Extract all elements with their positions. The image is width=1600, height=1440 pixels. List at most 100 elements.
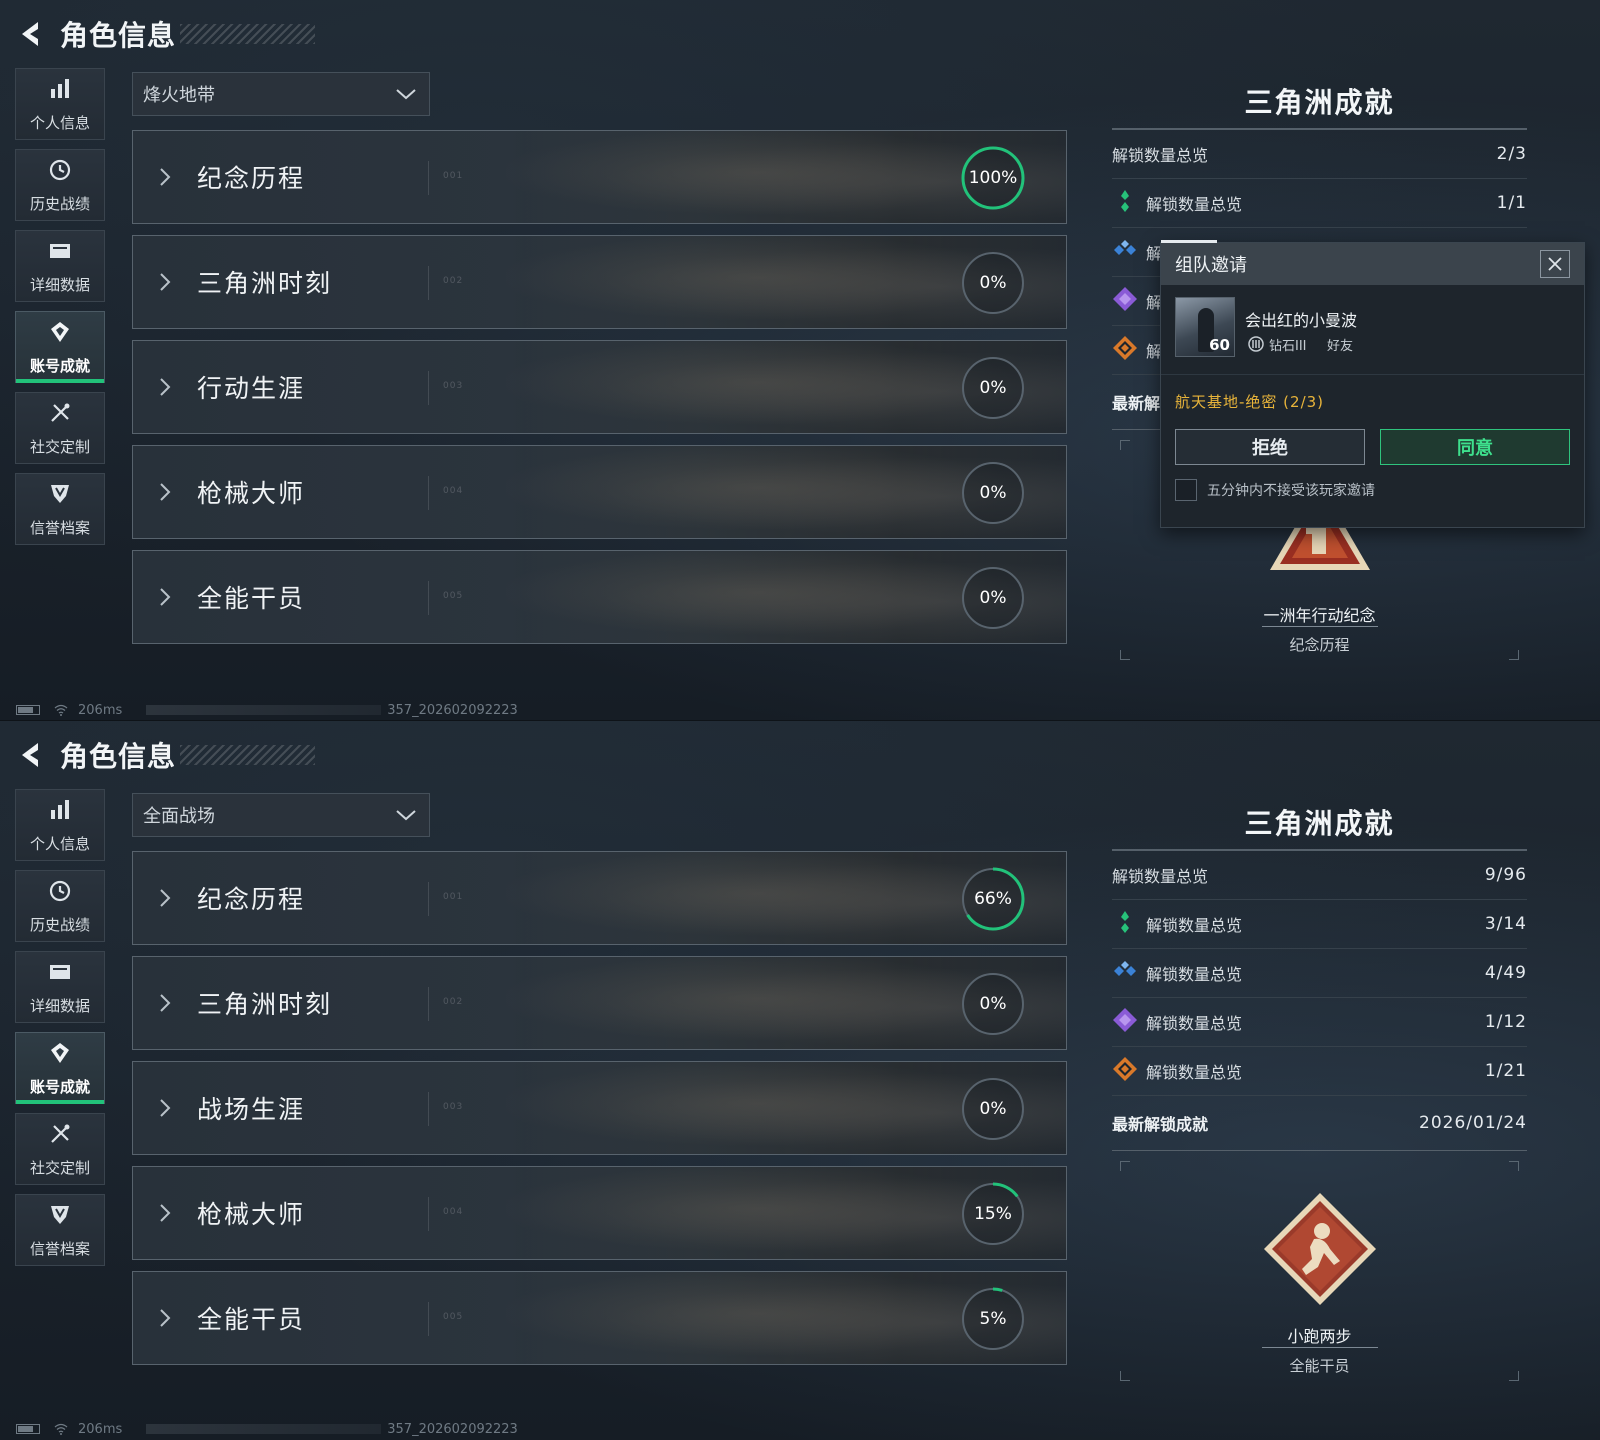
progress-text: 0% xyxy=(979,1099,1007,1119)
chevron-right-icon xyxy=(157,886,173,910)
achievement-icon xyxy=(47,319,73,349)
category-label: 枪械大师 xyxy=(197,479,306,508)
ping-text: 206ms xyxy=(78,702,123,718)
divider xyxy=(428,882,429,916)
redacted-info xyxy=(146,705,382,715)
category-row[interactable]: 003 战场生涯 0% xyxy=(132,1061,1067,1155)
divider xyxy=(428,1302,429,1336)
category-label: 枪械大师 xyxy=(197,1200,306,1229)
green-gem-icon xyxy=(1112,188,1146,218)
page-title: 角色信息 xyxy=(60,19,177,52)
category-row[interactable]: 001 纪念历程 100% xyxy=(132,130,1067,224)
unlock-tier-row: 解锁数量总览 3/14 xyxy=(1112,900,1527,949)
category-row[interactable]: 003 行动生涯 0% xyxy=(132,340,1067,434)
sidebar-item[interactable]: 详细数据 xyxy=(15,230,105,302)
rank-icon xyxy=(1247,335,1265,353)
category-row[interactable]: 001 纪念历程 66% xyxy=(132,851,1067,945)
mute-label: 五分钟内不接受该玩家邀请 xyxy=(1207,483,1375,499)
back-arrow-icon[interactable] xyxy=(16,740,46,770)
mode-dropdown-value: 烽火地带 xyxy=(143,85,215,106)
decline-button[interactable]: 拒绝 xyxy=(1175,429,1365,465)
progress-text: 100% xyxy=(968,168,1018,188)
chevron-right-icon xyxy=(157,1306,173,1330)
badge-name: 一洲年行动纪念 xyxy=(1263,606,1376,625)
sidebar-item-label: 详细数据 xyxy=(29,996,90,1015)
divider xyxy=(428,161,429,195)
screen-top: 角色信息个人信息历史战绩详细数据账号成就社交定制信誉档案 烽火地带 001 纪念历程 1… xyxy=(0,0,1600,720)
unlock-tier-label: 解锁数量总览 xyxy=(1146,916,1243,935)
dialog-title: 组队邀请 xyxy=(1175,255,1247,276)
player-level: 60 xyxy=(1209,336,1230,354)
page-title: 角色信息 xyxy=(60,740,177,773)
category-index: 004 xyxy=(443,1207,464,1217)
sidebar-item[interactable]: 详细数据 xyxy=(15,951,105,1023)
sidebar-item-label: 社交定制 xyxy=(29,1158,90,1177)
category-label: 纪念历程 xyxy=(197,885,306,914)
wifi-icon xyxy=(54,1423,68,1435)
mute-option[interactable]: 五分钟内不接受该玩家邀请 xyxy=(1161,479,1584,501)
category-row[interactable]: 005 全能干员 0% xyxy=(132,550,1067,644)
unlock-tier-label: 解锁数量总览 xyxy=(1146,965,1243,984)
sidebar-item[interactable]: 个人信息 xyxy=(15,789,105,861)
category-row[interactable]: 004 枪械大师 0% xyxy=(132,445,1067,539)
badge-showcase[interactable]: 小跑两步 全能干员 xyxy=(1112,1151,1527,1381)
sidebar-item[interactable]: 账号成就 xyxy=(15,1032,105,1104)
sidebar-item-label: 信誉档案 xyxy=(29,1239,90,1258)
category-index: 005 xyxy=(443,1312,464,1322)
dialog-header: 组队邀请 xyxy=(1161,240,1584,285)
sidebar-item[interactable]: 历史战绩 xyxy=(15,870,105,942)
badge-name: 小跑两步 xyxy=(1287,1327,1352,1346)
mode-dropdown[interactable]: 全面战场 xyxy=(132,793,430,837)
back-arrow-icon[interactable] xyxy=(16,19,46,49)
sidebar-item[interactable]: 信誉档案 xyxy=(15,1194,105,1266)
shield-icon xyxy=(47,1202,73,1232)
sidebar-item[interactable]: 社交定制 xyxy=(15,1113,105,1185)
sidebar-item[interactable]: 社交定制 xyxy=(15,392,105,464)
mode-dropdown[interactable]: 烽火地带 xyxy=(132,72,430,116)
unlock-tier-row: 解锁数量总览 1/21 xyxy=(1112,1047,1527,1096)
achievement-icon xyxy=(47,1040,73,1070)
category-row[interactable]: 002 三角洲时刻 0% xyxy=(132,956,1067,1050)
sidebar-item[interactable]: 账号成就 xyxy=(15,311,105,383)
chevron-right-icon xyxy=(157,270,173,294)
category-label: 行动生涯 xyxy=(197,374,306,403)
category-label: 三角洲时刻 xyxy=(197,269,333,298)
progress-ring: 0% xyxy=(960,565,1026,631)
latest-unlock-label: 最新解锁成就 xyxy=(1112,1115,1209,1134)
sidebar-item[interactable]: 历史战绩 xyxy=(15,149,105,221)
screen-bottom: 角色信息个人信息历史战绩详细数据账号成就社交定制信誉档案 全面战场 001 纪念历程 6… xyxy=(0,720,1600,1440)
divider xyxy=(428,1092,429,1126)
category-row[interactable]: 004 枪械大师 15% xyxy=(132,1166,1067,1260)
divider xyxy=(428,581,429,615)
build-id: 357_202602092223 xyxy=(387,702,518,718)
sidebar-item[interactable]: 信誉档案 xyxy=(15,473,105,545)
avatar[interactable]: 60 xyxy=(1175,297,1235,357)
unlock-tier-row: 解锁数量总览 1/1 xyxy=(1112,179,1527,228)
category-row[interactable]: 002 三角洲时刻 0% xyxy=(132,235,1067,329)
divider xyxy=(428,371,429,405)
accept-button[interactable]: 同意 xyxy=(1380,429,1570,465)
unlock-total-row: 解锁数量总览 9/96 xyxy=(1112,851,1527,900)
status-bar: 206ms 357_202602092223 xyxy=(16,702,518,718)
unlock-total-label: 解锁数量总览 xyxy=(1112,867,1209,886)
close-icon xyxy=(1548,257,1562,271)
bar-chart-icon xyxy=(47,76,73,106)
divider xyxy=(428,266,429,300)
achievement-title: 三角洲成就 xyxy=(1244,86,1395,119)
tools-icon xyxy=(47,1121,73,1151)
unlock-tier-value: 1/12 xyxy=(1484,1012,1527,1032)
category-row[interactable]: 005 全能干员 5% xyxy=(132,1271,1067,1365)
progress-text: 0% xyxy=(979,588,1007,608)
green-gem-icon xyxy=(1112,909,1146,939)
build-id: 357_202602092223 xyxy=(387,1421,518,1437)
category-index: 004 xyxy=(443,486,464,496)
progress-ring: 15% xyxy=(960,1181,1026,1247)
sidebar-item-label: 账号成就 xyxy=(29,356,90,375)
redacted-info xyxy=(146,1424,382,1434)
mute-checkbox[interactable] xyxy=(1175,479,1197,501)
sidebar-item[interactable]: 个人信息 xyxy=(15,68,105,140)
sidebar-item-label: 详细数据 xyxy=(29,275,90,294)
battery-icon xyxy=(16,705,40,715)
close-button[interactable] xyxy=(1540,250,1570,278)
progress-ring: 0% xyxy=(960,1076,1026,1142)
